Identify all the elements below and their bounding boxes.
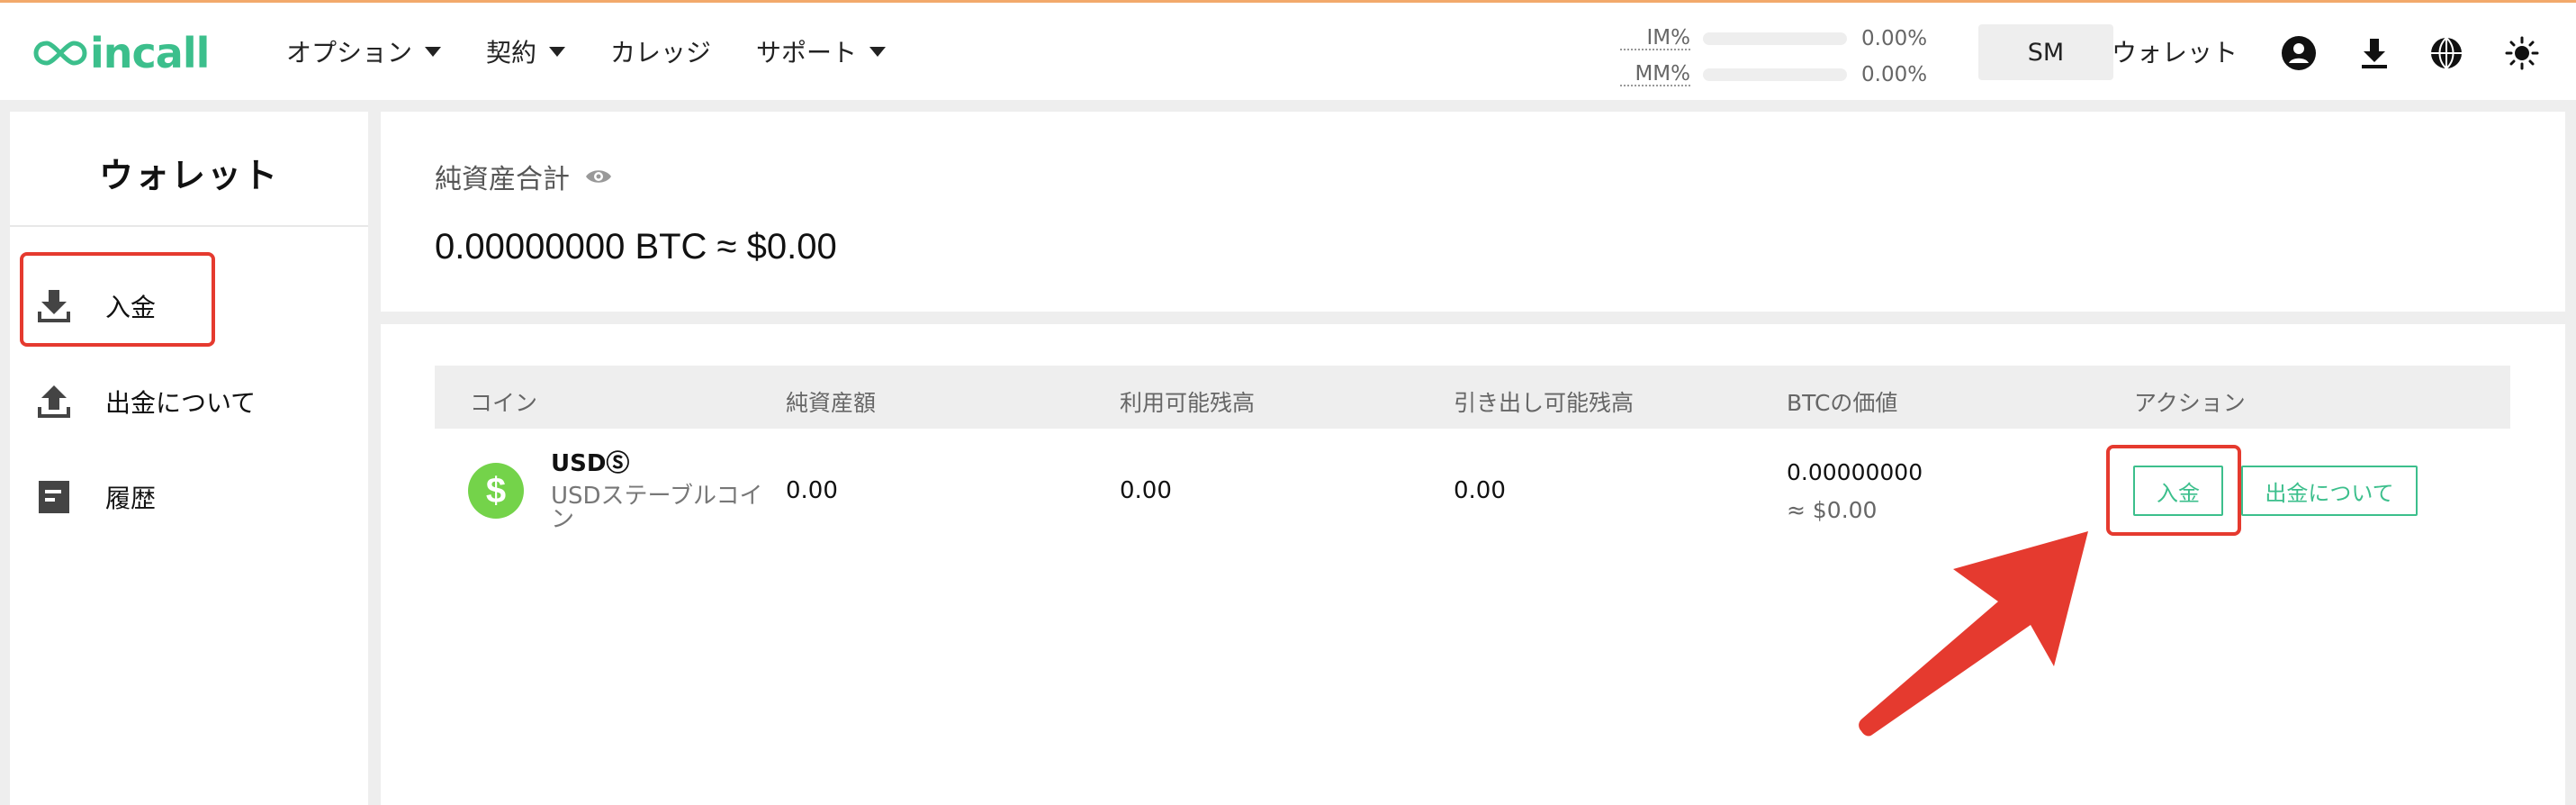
nav-options[interactable]: オプション xyxy=(286,33,442,69)
main-nav: オプション 契約 カレッジ サポート xyxy=(286,33,931,69)
sidebar-item-label: 出金について xyxy=(105,388,257,418)
column-header: 利用可能残高 xyxy=(1120,390,1256,416)
net-assets-label-text: 純資産合計 xyxy=(435,164,570,195)
im-label[interactable]: IM% xyxy=(1620,27,1690,50)
header: incall オプション 契約 カレッジ サポート IM% 0.00% MM% … xyxy=(0,3,2576,100)
nav-college[interactable]: カレッジ xyxy=(610,33,711,69)
sidebar-title: ウォレット xyxy=(98,156,279,195)
sidebar-item-history[interactable]: 履歴 xyxy=(35,470,156,524)
mm-label[interactable]: MM% xyxy=(1620,63,1690,86)
sun-icon[interactable] xyxy=(2504,35,2540,71)
caret-down-icon xyxy=(549,46,566,57)
nav-support-label: サポート xyxy=(756,38,858,68)
highlight-box-deposit-button xyxy=(2106,445,2241,536)
account-button[interactable]: SM xyxy=(1978,24,2113,80)
usd-value: ≈ $0.00 xyxy=(1787,497,1878,523)
withdraw-button[interactable]: 出金について xyxy=(2241,466,2418,516)
sidebar-divider xyxy=(10,225,368,227)
margin-ratios: IM% 0.00% MM% 0.00% xyxy=(1620,21,1927,93)
sidebar: ウォレット 入金 出金について 履歴 xyxy=(10,112,368,805)
nav-support[interactable]: サポート xyxy=(756,33,887,69)
coin-name: USDⓈ xyxy=(551,450,630,477)
net-assets-card: 純資産合計 0.00000000 BTC ≈ $0.00 xyxy=(381,112,2565,312)
sidebar-item-withdraw[interactable]: 出金について xyxy=(35,375,256,429)
wallet-link[interactable]: ウォレット xyxy=(2112,33,2238,69)
logo-text: incall xyxy=(90,29,210,77)
nav-contracts[interactable]: 契約 xyxy=(486,33,566,69)
caret-down-icon xyxy=(869,46,887,57)
mm-progress-bar xyxy=(1703,68,1847,81)
net-assets-label: 純資産合計 xyxy=(435,157,613,196)
im-value: 0.00% xyxy=(1861,27,1928,50)
withdraw-icon xyxy=(38,385,70,418)
available-balance-value: 0.00 xyxy=(1120,477,1172,504)
net-assets-value: 0.00 xyxy=(786,477,838,504)
highlight-box-sidebar-deposit xyxy=(20,252,215,347)
withdrawable-balance-value: 0.00 xyxy=(1454,477,1506,504)
column-header: コイン xyxy=(470,390,538,416)
nav-options-label: オプション xyxy=(286,38,413,68)
column-header: アクション xyxy=(2134,390,2246,416)
red-arrow-annotation xyxy=(1859,531,2088,737)
infinity-logo-icon xyxy=(33,41,87,66)
nav-college-label: カレッジ xyxy=(610,38,712,68)
net-assets-total: 0.00000000 BTC ≈ $0.00 xyxy=(435,227,837,267)
im-progress-bar xyxy=(1703,32,1847,45)
account-circle-icon[interactable] xyxy=(2281,35,2317,71)
globe-icon[interactable] xyxy=(2428,35,2464,71)
mm-ratio-row: MM% 0.00% xyxy=(1620,57,1927,93)
column-header: 引き出し可能残高 xyxy=(1454,390,1635,416)
sidebar-item-label: 履歴 xyxy=(105,484,157,513)
history-icon xyxy=(39,481,69,513)
caret-down-icon xyxy=(425,46,442,57)
btc-value: 0.00000000 xyxy=(1787,459,1923,485)
eye-icon[interactable] xyxy=(584,167,613,186)
download-icon[interactable] xyxy=(2356,35,2392,71)
column-header: BTCの価値 xyxy=(1787,390,1898,416)
im-ratio-row: IM% 0.00% xyxy=(1620,21,1927,57)
coin-description: USDステーブルコイン xyxy=(551,483,763,533)
usd-coin-icon: $ xyxy=(468,463,524,519)
mm-value: 0.00% xyxy=(1861,63,1928,86)
table-header: コイン 純資産額 利用可能残高 引き出し可能残高 BTCの価値 アクション xyxy=(435,366,2510,429)
nav-contracts-label: 契約 xyxy=(486,38,537,68)
column-header: 純資産額 xyxy=(786,390,877,416)
logo[interactable]: incall xyxy=(32,29,210,77)
